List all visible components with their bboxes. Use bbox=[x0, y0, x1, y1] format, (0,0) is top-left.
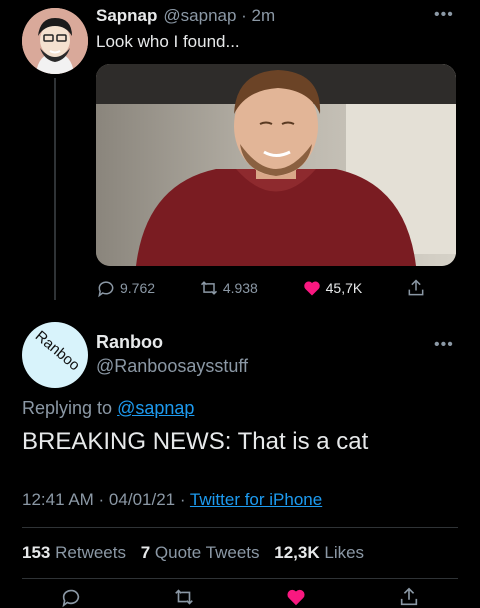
retweet-button[interactable]: 4.938 bbox=[199, 278, 258, 298]
quotes-count: 7 bbox=[140, 543, 151, 562]
tweet-actions: 9.762 4.938 45,7K bbox=[96, 276, 426, 300]
tweet-text: Look who I found... bbox=[96, 32, 240, 51]
quotes-stat[interactable]: 7 Quote Tweets bbox=[141, 543, 260, 562]
main-tweet-actions bbox=[60, 586, 420, 608]
photo-person-red-shirt bbox=[96, 64, 456, 266]
likes-count: 12,3K bbox=[274, 543, 320, 562]
share-icon[interactable] bbox=[398, 586, 420, 608]
share-button[interactable] bbox=[406, 278, 426, 298]
thread-connector-line bbox=[54, 78, 56, 300]
avatar-sapnap[interactable] bbox=[22, 8, 88, 74]
replying-prefix: Replying to bbox=[22, 398, 113, 418]
heart-filled-icon[interactable] bbox=[285, 586, 307, 608]
client-link[interactable]: Twitter for iPhone bbox=[190, 490, 322, 509]
handle[interactable]: @Ranboosaysstuff bbox=[96, 356, 248, 377]
likes-label: Likes bbox=[324, 543, 365, 562]
tweet-text: BREAKING NEWS: That is a cat bbox=[22, 428, 369, 455]
more-options-icon[interactable]: ••• bbox=[434, 6, 454, 24]
mention-link[interactable]: @sapnap bbox=[117, 398, 194, 418]
like-button[interactable]: 45,7K bbox=[302, 278, 363, 298]
timestamp: 12:41 AM · 04/01/21 · bbox=[22, 490, 186, 509]
timestamp-row: 12:41 AM · 04/01/21 · Twitter for iPhone bbox=[22, 490, 322, 510]
reply-icon[interactable] bbox=[60, 586, 82, 608]
like-count: 45,7K bbox=[325, 280, 363, 296]
retweets-stat[interactable]: 153 Retweets bbox=[22, 543, 126, 562]
divider bbox=[22, 578, 458, 579]
retweet-icon bbox=[200, 281, 217, 295]
display-name[interactable]: Ranboo bbox=[96, 332, 163, 353]
reply-icon bbox=[98, 281, 114, 298]
retweet-count: 4.938 bbox=[222, 280, 258, 296]
reply-button[interactable]: 9.762 bbox=[96, 278, 155, 298]
avatar-lettering: Ranboo bbox=[31, 327, 83, 375]
reply-count: 9.762 bbox=[120, 280, 156, 296]
quotes-label: Quote Tweets bbox=[154, 543, 260, 562]
avatar-illustration bbox=[22, 8, 88, 74]
tweet-photo[interactable] bbox=[96, 64, 456, 266]
engagement-stats: 153 Retweets 7 Quote Tweets 12,3K Likes bbox=[22, 543, 364, 563]
heart-filled-icon bbox=[303, 281, 320, 296]
divider bbox=[22, 527, 458, 528]
more-options-icon[interactable]: ••• bbox=[434, 336, 454, 354]
tweet-header: Sapnap @sapnap · 2m bbox=[96, 6, 275, 26]
retweets-label: Retweets bbox=[55, 543, 126, 562]
likes-stat[interactable]: 12,3K Likes bbox=[274, 543, 364, 562]
share-icon bbox=[408, 279, 424, 296]
display-name[interactable]: Sapnap bbox=[96, 6, 157, 25]
retweets-count: 153 bbox=[22, 543, 51, 562]
replying-to: Replying to @sapnap bbox=[22, 398, 194, 419]
handle-and-time: @sapnap · 2m bbox=[163, 6, 276, 25]
retweet-icon[interactable] bbox=[173, 586, 195, 608]
avatar-ranboo[interactable]: Ranboo bbox=[22, 322, 88, 388]
